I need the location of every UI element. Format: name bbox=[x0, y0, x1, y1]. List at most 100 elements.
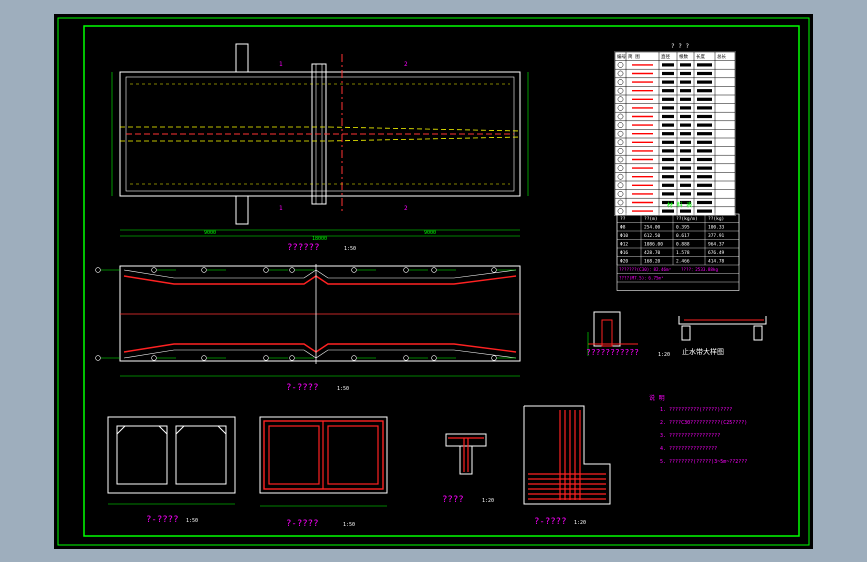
rebar-c-title: ?-???? bbox=[286, 519, 319, 529]
corner-bars bbox=[528, 410, 606, 500]
table-cell-mark bbox=[662, 157, 674, 162]
table-cell-mark bbox=[680, 114, 691, 119]
section-mark-2-bottom: 2 bbox=[404, 205, 408, 212]
corner-e-title: ?-???? bbox=[534, 517, 567, 527]
table-cell-mark bbox=[697, 63, 712, 67]
summary-cell: 254.00 bbox=[644, 225, 661, 231]
summary-cell: 1086.00 bbox=[644, 242, 663, 248]
table-cell-mark bbox=[697, 114, 712, 119]
waterstop-detail bbox=[678, 316, 767, 341]
material-summary-table: ?? ??(m) ??(kg/m) ??(kg) Φ8 254.00 0.395 100.33… bbox=[616, 213, 740, 291]
detail-d bbox=[445, 433, 487, 475]
table-cell-mark bbox=[697, 71, 712, 76]
corner-detail-e bbox=[523, 405, 611, 505]
plan-title: ?????? bbox=[287, 243, 320, 253]
table-header-cell: 长度 bbox=[696, 53, 705, 60]
section-mark-1-top: 1 bbox=[279, 61, 283, 68]
callout-marker bbox=[95, 267, 101, 273]
table-cell-mark bbox=[697, 149, 712, 153]
table-cell-mark bbox=[680, 209, 691, 213]
callout-marker bbox=[263, 267, 269, 273]
rebar-schedule-table: 编号简 图 直径 根数 长度 总长 bbox=[614, 51, 736, 216]
summary-cell: 964.37 bbox=[708, 242, 725, 248]
table-cell-mark bbox=[680, 89, 691, 93]
callout-marker bbox=[403, 355, 409, 361]
note-3: 3. ????????????????? bbox=[660, 433, 720, 439]
callout-marker bbox=[151, 355, 157, 361]
cross-section-plain bbox=[107, 416, 236, 505]
waterstop-title: 止水带大样图 bbox=[682, 347, 724, 356]
table-cell-mark bbox=[680, 71, 691, 76]
summary-header-cell: ??(kg) bbox=[708, 216, 724, 222]
table-cell-mark bbox=[662, 71, 674, 76]
table-header-cell: 简 图 bbox=[628, 53, 640, 60]
section-mark-2-top: 2 bbox=[404, 61, 408, 68]
table-cell-mark bbox=[680, 157, 691, 162]
table-cell-mark bbox=[662, 97, 674, 101]
callout-marker bbox=[95, 355, 101, 361]
table-cell-mark bbox=[662, 89, 674, 93]
cross-section-rebar bbox=[259, 416, 388, 507]
table-cell-mark bbox=[662, 183, 674, 187]
callout-marker bbox=[201, 267, 207, 273]
summary-header-cell: ?? bbox=[620, 216, 626, 222]
cross-b-title: ?-???? bbox=[146, 515, 179, 525]
table-cell-mark bbox=[662, 123, 674, 127]
table-cell-mark bbox=[697, 89, 712, 93]
summary-cell: Φ20 bbox=[620, 259, 628, 265]
callout-marker bbox=[289, 355, 295, 361]
table-cell-mark bbox=[680, 140, 691, 144]
section-mark-1-bottom: 1 bbox=[279, 205, 283, 212]
note-4: 4. ???????????????? bbox=[660, 446, 717, 452]
table-cell-mark bbox=[680, 166, 691, 170]
note-2: 2. ????C30??????????(C25????) bbox=[660, 420, 747, 426]
table-cell-mark bbox=[662, 114, 674, 119]
summary-cell: 377.91 bbox=[708, 233, 725, 239]
summary-cell: Φ12 bbox=[620, 242, 628, 248]
table-cell-mark bbox=[662, 175, 674, 179]
table-cell-mark bbox=[662, 149, 674, 153]
table-cell-mark bbox=[697, 200, 712, 205]
table-header-cell: 编号 bbox=[617, 53, 626, 60]
table-cell-mark bbox=[697, 192, 712, 196]
table-header-cell: 直径 bbox=[661, 53, 670, 60]
joint-title: ??????????? bbox=[586, 348, 639, 357]
callout-marker bbox=[491, 355, 497, 361]
table-cell-mark bbox=[697, 183, 712, 187]
callout-marker bbox=[431, 355, 437, 361]
summary-cell: 0.617 bbox=[676, 233, 690, 239]
summary-header-cell: ??(m) bbox=[644, 216, 658, 222]
summary-cell: Φ16 bbox=[620, 250, 628, 256]
callout-marker bbox=[263, 355, 269, 361]
table-cell-mark bbox=[697, 209, 712, 213]
cad-drawing-viewport[interactable]: ?????? 1:50 18000 9000 9000 1 2 1 2 ?-??… bbox=[54, 14, 813, 549]
summary-cell: 1.578 bbox=[676, 250, 690, 256]
summary-cell: 428.70 bbox=[644, 250, 661, 256]
cross-b-scale: 1:50 bbox=[186, 518, 198, 524]
summary-footer-left2: ????(M7.5)：6.75m³ bbox=[619, 276, 664, 281]
summary-footer-right: ????：2533.88kg bbox=[681, 267, 718, 272]
table-cell-mark bbox=[680, 106, 691, 110]
section-a-scale: 1:50 bbox=[337, 386, 349, 392]
table-cell-mark bbox=[662, 63, 674, 67]
table-cell-mark bbox=[697, 157, 712, 162]
table-cell-mark bbox=[697, 97, 712, 101]
table-title: ? ? ? bbox=[671, 43, 689, 50]
longitudinal-section bbox=[119, 264, 521, 377]
summary-cell: 414.78 bbox=[708, 259, 725, 265]
table-cell-mark bbox=[662, 209, 674, 213]
callout-marker bbox=[289, 267, 295, 273]
detail-d-scale: 1:20 bbox=[482, 498, 494, 504]
table-cell-mark bbox=[662, 80, 674, 84]
section-a-title: ?-???? bbox=[286, 383, 319, 393]
note-5: 5. ????????(?????)3~5m~??2??? bbox=[660, 459, 747, 465]
note-1: 1. ??????????(?????)???? bbox=[660, 407, 732, 413]
table-cell-mark bbox=[697, 140, 712, 144]
table-cell-mark bbox=[697, 132, 712, 136]
summary-cell: 168.20 bbox=[644, 259, 661, 265]
summary-cell: Φ10 bbox=[620, 233, 628, 239]
callout-marker bbox=[431, 267, 437, 273]
table-cell-mark bbox=[697, 80, 712, 84]
callout-marker bbox=[351, 267, 357, 273]
dim-left-label: 9000 bbox=[204, 230, 216, 236]
